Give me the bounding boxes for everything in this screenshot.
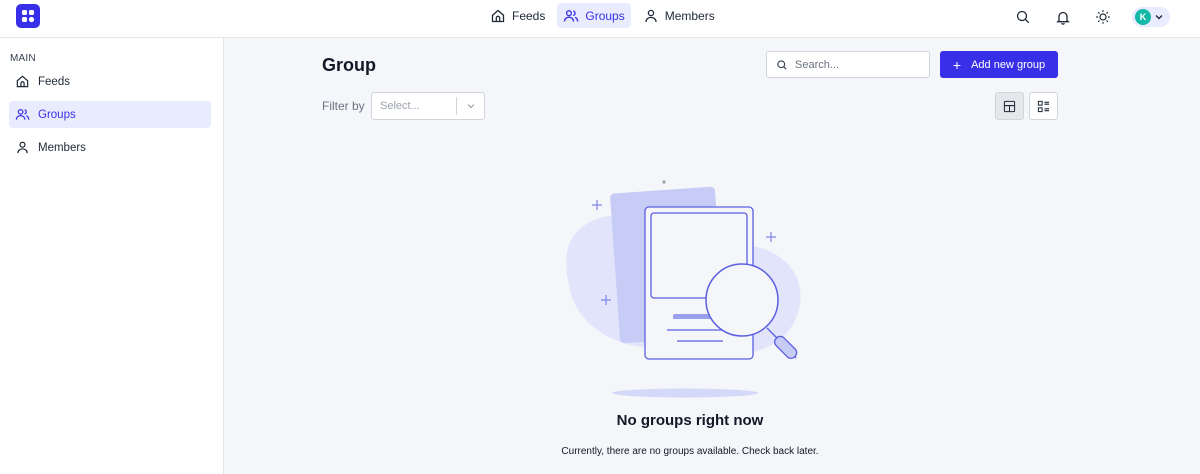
users-icon bbox=[15, 109, 30, 120]
chevron-down-icon bbox=[1155, 15, 1163, 20]
illustration-shadow bbox=[612, 388, 758, 398]
search-icon bbox=[777, 59, 787, 70]
app-logo[interactable] bbox=[16, 4, 40, 28]
search-icon bbox=[1016, 10, 1030, 24]
topnav-feeds[interactable]: Feeds bbox=[484, 3, 551, 28]
add-group-label: Add new group bbox=[971, 58, 1046, 71]
top-navigation: Feeds Groups Members bbox=[484, 3, 721, 28]
sidebar-item-label: Groups bbox=[38, 108, 76, 121]
empty-state-illustration bbox=[566, 180, 801, 398]
topnav-feeds-label: Feeds bbox=[512, 8, 546, 23]
sidebar-item-feeds[interactable]: Feeds bbox=[9, 68, 211, 95]
top-bar: Feeds Groups Members K bbox=[0, 0, 1200, 38]
home-icon bbox=[491, 9, 505, 22]
bell-icon bbox=[1056, 11, 1070, 25]
users-icon bbox=[564, 9, 579, 22]
illustration-magnifier-lens bbox=[705, 263, 779, 337]
filter-label: Filter by bbox=[322, 99, 365, 113]
sidebar: MAIN Feeds Groups Members bbox=[0, 38, 224, 474]
avatar: K bbox=[1135, 9, 1151, 25]
sun-icon bbox=[1096, 10, 1110, 24]
notifications-button[interactable] bbox=[1052, 6, 1074, 28]
topnav-members[interactable]: Members bbox=[637, 3, 721, 28]
filter-select-value: Select... bbox=[380, 100, 420, 112]
sidebar-item-label: Feeds bbox=[38, 75, 70, 88]
add-group-button[interactable]: + Add new group bbox=[940, 51, 1058, 78]
illustration-sparkle-1 bbox=[592, 200, 602, 210]
sidebar-item-groups[interactable]: Groups bbox=[9, 101, 211, 128]
logo-icon bbox=[22, 10, 35, 23]
grid-view-icon bbox=[1003, 100, 1016, 112]
grid-view-button[interactable] bbox=[995, 92, 1024, 120]
user-icon bbox=[645, 9, 657, 22]
list-view-button[interactable] bbox=[1029, 92, 1058, 120]
filter-select[interactable]: Select... bbox=[371, 92, 485, 120]
illustration-sparkle-2 bbox=[766, 232, 776, 242]
empty-state-description: Currently, there are no groups available… bbox=[561, 446, 819, 457]
sidebar-section-title: MAIN bbox=[10, 53, 36, 64]
sidebar-item-members[interactable]: Members bbox=[9, 134, 211, 161]
sidebar-item-label: Members bbox=[38, 141, 86, 154]
plus-icon: + bbox=[952, 56, 962, 73]
empty-state-title: No groups right now bbox=[616, 412, 764, 429]
topnav-members-label: Members bbox=[664, 8, 715, 23]
topnav-groups[interactable]: Groups bbox=[557, 3, 631, 28]
theme-toggle[interactable] bbox=[1092, 6, 1114, 28]
list-view-icon bbox=[1037, 100, 1050, 112]
illustration-magnifier-grip bbox=[773, 335, 798, 360]
search-box[interactable] bbox=[766, 51, 930, 78]
chevron-down-icon bbox=[457, 101, 484, 111]
illustration-dot bbox=[662, 180, 666, 184]
user-icon bbox=[17, 141, 28, 154]
search-input[interactable] bbox=[795, 58, 915, 71]
user-menu[interactable]: K bbox=[1132, 7, 1170, 27]
search-button[interactable] bbox=[1012, 6, 1034, 28]
top-actions: K bbox=[1012, 6, 1170, 28]
page-title: Group bbox=[322, 55, 376, 75]
home-icon bbox=[16, 75, 29, 88]
topnav-groups-label: Groups bbox=[585, 8, 625, 23]
